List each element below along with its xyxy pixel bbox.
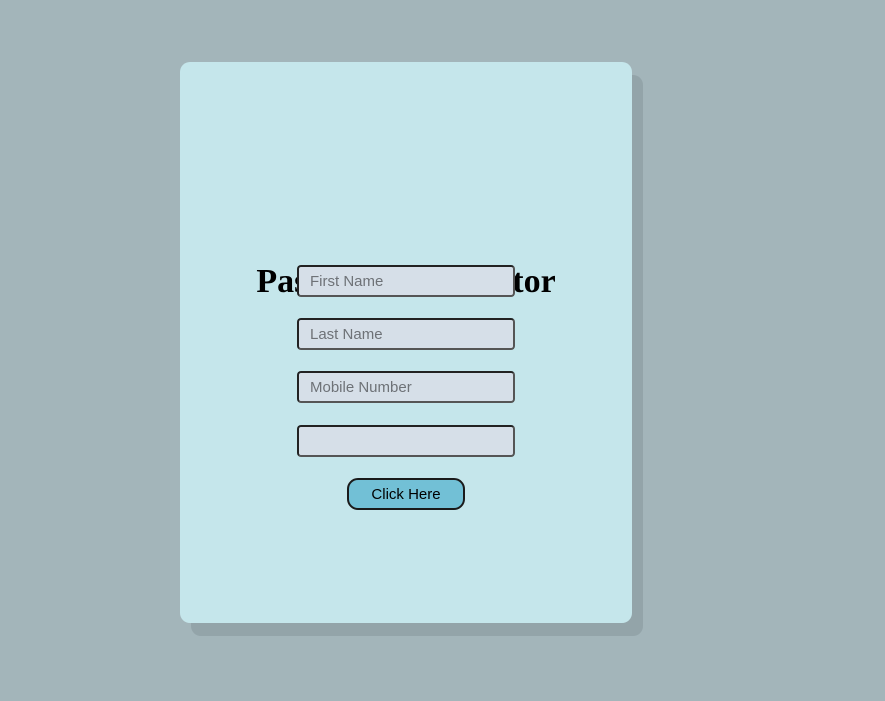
generate-button[interactable]: Click Here [347, 478, 465, 510]
mobile-number-input[interactable] [297, 371, 515, 403]
password-generator-card: Password Generator Click Here [180, 62, 632, 623]
first-name-input[interactable] [297, 265, 515, 297]
generated-password-output[interactable] [297, 425, 515, 457]
last-name-input[interactable] [297, 318, 515, 350]
